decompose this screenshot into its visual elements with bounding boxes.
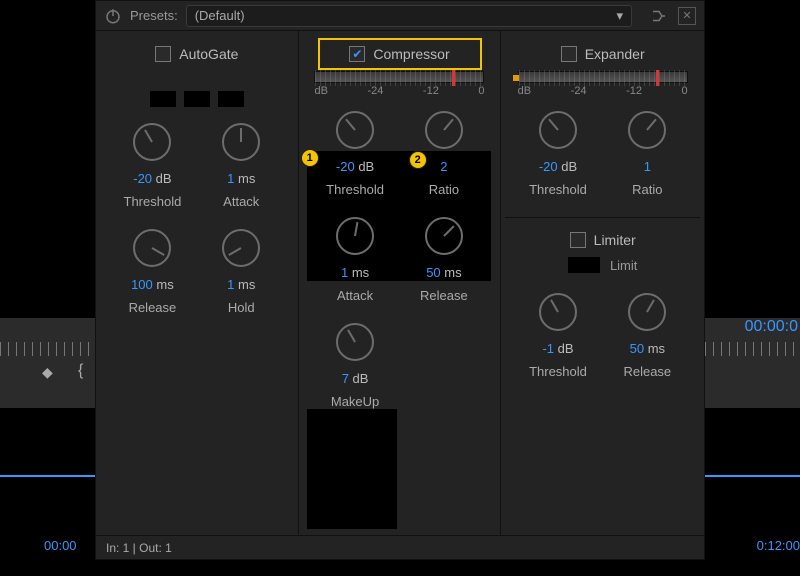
preset-value: (Default) [195, 8, 245, 23]
compressor-release-cell: 50 ms Release [401, 207, 486, 309]
panel-bottombar: In: 1 | Out: 1 [96, 535, 704, 559]
autogate-release-knob[interactable] [133, 229, 171, 267]
expander-title: Expander [585, 46, 645, 62]
compressor-checkbox[interactable]: ✔ [349, 46, 365, 62]
expander-threshold-cell: -20 dB Threshold [515, 101, 600, 203]
timeline-ticks-left [0, 342, 95, 356]
autogate-attack-knob[interactable] [222, 123, 260, 161]
section-compressor: ✔ Compressor dB -24 -12 0 1 2 -20 dB [299, 31, 502, 535]
expander-checkbox[interactable] [561, 46, 577, 62]
close-icon[interactable]: ✕ [678, 7, 696, 25]
expander-ratio-cell: 1 Ratio [605, 101, 690, 203]
routing-icon[interactable] [650, 7, 668, 25]
autogate-threshold-cell: -20 dB Threshold [110, 113, 195, 215]
section-expander: Expander dB -24 -12 0 -20 dB Threshold [501, 31, 704, 535]
limiter-limit-label: Limit [610, 258, 637, 273]
autogate-title: AutoGate [179, 46, 238, 62]
compressor-attack-cell: 1 ms Attack [313, 207, 398, 309]
limiter-checkbox[interactable] [570, 232, 586, 248]
compressor-title: Compressor [373, 46, 449, 62]
power-icon[interactable] [104, 7, 122, 25]
autogate-hold-knob[interactable] [222, 229, 260, 267]
limiter-threshold-knob[interactable] [539, 293, 577, 331]
timeline-bg-left: ◆ { [0, 318, 95, 408]
panel-topbar: Presets: (Default) ▾ ✕ [96, 1, 704, 31]
timeline-ticks-right [705, 342, 800, 356]
compressor-makeup-cell: 7 dB MakeUp [313, 313, 398, 415]
autogate-led-strip [150, 91, 244, 107]
autogate-release-cell: 100 ms Release [110, 219, 195, 321]
compressor-release-knob[interactable] [425, 217, 463, 255]
keyframe-diamond-icon: ◆ [42, 364, 53, 381]
presets-label: Presets: [130, 8, 178, 23]
compressor-gr-meter [314, 71, 484, 83]
compressor-ratio-knob[interactable] [425, 111, 463, 149]
limiter-graph [568, 257, 600, 273]
autogate-threshold-knob[interactable] [133, 123, 171, 161]
compressor-threshold-knob[interactable] [336, 111, 374, 149]
autogate-attack-cell: 1 ms Attack [199, 113, 284, 215]
expander-ratio-knob[interactable] [628, 111, 666, 149]
preset-dropdown[interactable]: (Default) ▾ [186, 5, 632, 27]
limiter-title: Limiter [594, 232, 636, 248]
brace-icon: { [78, 362, 83, 380]
autogate-hold-cell: 1 ms Hold [199, 219, 284, 321]
annotation-badge-1: 1 [301, 149, 319, 167]
chevron-down-icon: ▾ [616, 8, 623, 24]
timecode-bottom-right: 0:12:00 [757, 538, 800, 553]
compressor-threshold-cell: -20 dB Threshold [313, 101, 398, 203]
expander-meter-scale: dB -24 -12 0 [518, 85, 688, 97]
timecode-top-right: 00:00:0 [745, 318, 798, 336]
dynamics-panel: Presets: (Default) ▾ ✕ AutoGate -20 dB [95, 0, 705, 560]
expander-threshold-knob[interactable] [539, 111, 577, 149]
compressor-meter-scale: dB -24 -12 0 [314, 85, 484, 97]
compressor-makeup-knob[interactable] [336, 323, 374, 361]
section-autogate: AutoGate -20 dB Threshold 1 ms Attack 10… [96, 31, 299, 535]
sections-row: AutoGate -20 dB Threshold 1 ms Attack 10… [96, 31, 704, 535]
annotation-badge-2: 2 [409, 151, 427, 169]
autogate-checkbox[interactable] [155, 46, 171, 62]
limiter-threshold-cell: -1 dB Threshold [515, 283, 600, 385]
expander-gr-meter [518, 71, 688, 83]
limiter-release-knob[interactable] [628, 293, 666, 331]
compressor-attack-knob[interactable] [336, 217, 374, 255]
timecode-bottom-left: 00:00 [44, 538, 77, 553]
io-status: In: 1 | Out: 1 [106, 541, 172, 555]
limiter-release-cell: 50 ms Release [605, 283, 690, 385]
